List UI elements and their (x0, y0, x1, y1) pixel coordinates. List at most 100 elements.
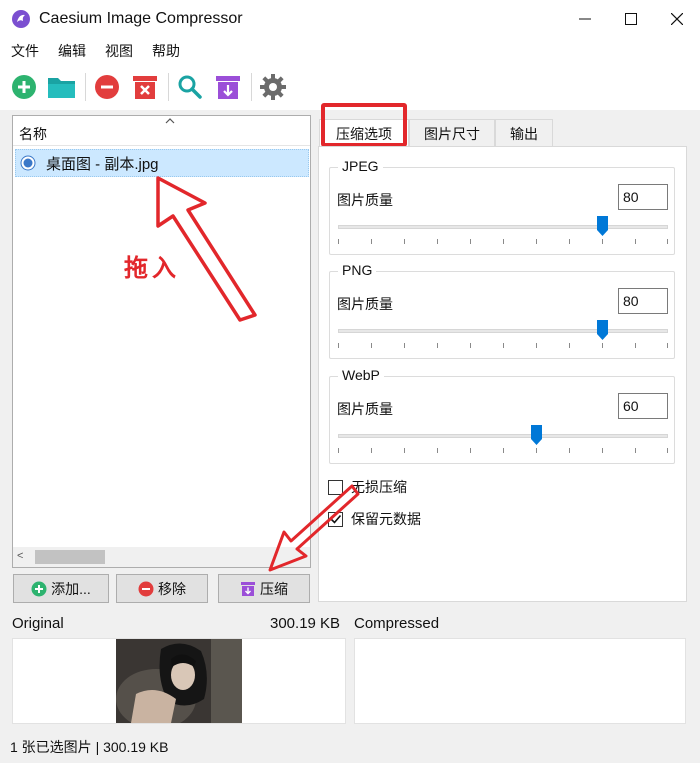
compressed-preview[interactable] (354, 638, 686, 724)
list-item[interactable]: 桌面图 - 副本.jpg (15, 149, 309, 177)
add-icon (12, 75, 36, 99)
clear-list-button[interactable] (130, 72, 160, 102)
file-name: 桌面图 - 副本.jpg (46, 155, 159, 173)
scroll-left-icon[interactable]: < (17, 550, 23, 562)
slider-tick (437, 448, 438, 453)
compress-icon (241, 581, 255, 596)
slider-thumb[interactable] (596, 216, 608, 236)
slider-tick (569, 343, 570, 348)
annotation-highlight-box (321, 103, 407, 147)
compress-button[interactable]: 压缩 (218, 574, 310, 603)
slider-tick (470, 239, 471, 244)
add-button[interactable]: 添加... (13, 574, 109, 603)
jpeg-quality-slider[interactable] (338, 225, 668, 229)
scroll-right-icon[interactable]: > (300, 550, 306, 562)
original-preview[interactable] (12, 638, 346, 724)
keep-metadata-checkbox-row[interactable]: 保留元数据 (328, 509, 421, 529)
horizontal-scrollbar[interactable]: < > (13, 547, 310, 567)
webp-quality-input[interactable]: 60 (618, 393, 668, 419)
original-label: Original (12, 615, 64, 632)
slider-tick (404, 343, 405, 348)
scrollbar-thumb[interactable] (35, 550, 105, 564)
png-quality-slider[interactable] (338, 329, 668, 333)
drag-in-annotation: 拖入 (124, 253, 180, 282)
slider-thumb[interactable] (530, 425, 542, 445)
slider-ticks (338, 343, 668, 349)
group-title: PNG (338, 262, 377, 278)
remove-icon (138, 581, 154, 596)
slider-tick (338, 239, 339, 244)
settings-icon (260, 74, 286, 100)
add-files-button[interactable] (9, 72, 39, 102)
column-header-name[interactable]: 名称 (13, 116, 310, 146)
slider-tick (404, 239, 405, 244)
add-button-label: 添加... (51, 580, 91, 597)
group-title: WebP (338, 367, 384, 383)
slider-tick (470, 343, 471, 348)
add-folder-button[interactable] (47, 72, 77, 102)
status-bar: 1 张已选图片 | 300.19 KB (0, 731, 700, 763)
slider-tick (371, 343, 372, 348)
jpeg-quality-input[interactable]: 80 (618, 184, 668, 210)
close-button[interactable] (654, 0, 700, 38)
tab-output[interactable]: 输出 (495, 119, 553, 147)
quality-label: 图片质量 (337, 192, 393, 208)
menu-bar: 文件 编辑 视图 帮助 (0, 38, 700, 64)
close-icon (671, 13, 683, 25)
slider-ticks (338, 448, 668, 454)
compressed-label: Compressed (354, 615, 440, 632)
slider-tick (371, 239, 372, 244)
lossless-checkbox-row[interactable]: 无损压缩 (328, 477, 407, 497)
minimize-icon (579, 18, 591, 20)
jpeg-group: JPEG 图片质量 80 (329, 158, 675, 255)
remove-button[interactable]: 移除 (116, 574, 208, 603)
lossless-checkbox[interactable] (328, 479, 343, 495)
settings-button[interactable] (258, 72, 288, 102)
slider-tick (503, 448, 504, 453)
png-quality-input[interactable]: 80 (618, 288, 668, 314)
slider-tick (667, 343, 668, 348)
png-group: PNG 图片质量 80 (329, 262, 675, 359)
slider-tick (602, 448, 603, 453)
remove-icon (95, 75, 119, 99)
slider-tick (338, 343, 339, 348)
menu-edit[interactable]: 编辑 (58, 41, 86, 61)
keep-metadata-checkbox[interactable] (328, 511, 343, 527)
slider-tick (569, 448, 570, 453)
slider-tick (602, 343, 603, 348)
file-list[interactable]: 名称 桌面图 - 副本.jpg < > (12, 115, 311, 568)
slider-thumb[interactable] (596, 320, 608, 340)
original-size: 300.19 KB (270, 615, 341, 632)
compress-icon (216, 76, 240, 99)
original-image-thumbnail (116, 639, 242, 723)
toolbar-separator (168, 73, 169, 101)
tab-image-size[interactable]: 图片尺寸 (409, 119, 495, 147)
remove-button[interactable] (92, 72, 122, 102)
title-bar: Caesium Image Compressor (0, 0, 700, 38)
slider-tick (437, 239, 438, 244)
maximize-button[interactable] (608, 0, 654, 38)
slider-tick (503, 343, 504, 348)
slider-tick (602, 239, 603, 244)
menu-file[interactable]: 文件 (11, 41, 39, 61)
menu-view[interactable]: 视图 (105, 41, 133, 61)
column-header-label: 名称 (19, 126, 47, 142)
clear-icon (133, 76, 157, 99)
slider-tick (338, 448, 339, 453)
slider-tick (503, 239, 504, 244)
quality-label: 图片质量 (337, 296, 393, 312)
slider-tick (635, 448, 636, 453)
slider-tick (536, 343, 537, 348)
slider-tick (536, 239, 537, 244)
remove-button-label: 移除 (158, 580, 186, 597)
minimize-button[interactable] (562, 0, 608, 38)
lossless-label: 无损压缩 (351, 479, 407, 495)
preview-button[interactable] (175, 72, 205, 102)
folder-icon (48, 78, 75, 98)
compress-toolbar-button[interactable] (213, 72, 243, 102)
webp-quality-slider[interactable] (338, 434, 668, 438)
slider-tick (371, 448, 372, 453)
menu-help[interactable]: 帮助 (152, 41, 180, 61)
maximize-icon (625, 13, 637, 25)
preview-search-icon (178, 75, 202, 99)
